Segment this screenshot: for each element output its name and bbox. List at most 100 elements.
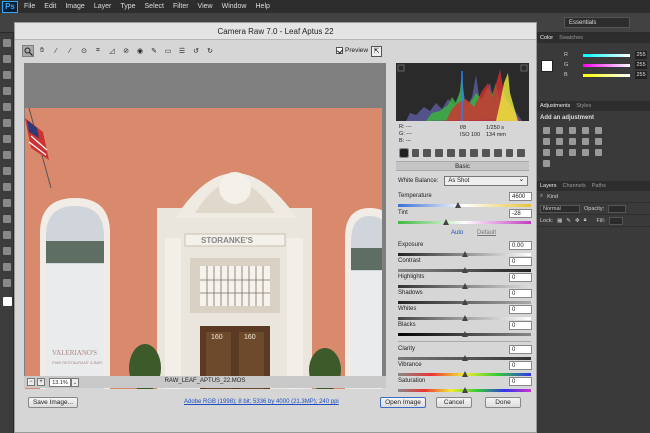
foreground-color-swatch[interactable] xyxy=(3,297,12,306)
menu-layer[interactable]: Layer xyxy=(94,3,112,10)
camera-calibration-icon[interactable] xyxy=(482,149,490,157)
color-value-r[interactable]: 255 xyxy=(635,51,648,59)
red-eye-tool-icon[interactable]: ◉ xyxy=(134,45,146,57)
saturation-thumb[interactable] xyxy=(461,387,468,393)
quick-select-tool-icon[interactable] xyxy=(3,87,11,95)
tab-channels[interactable]: Channels xyxy=(563,183,586,189)
tone-curve-icon[interactable] xyxy=(411,149,420,157)
crop-tool-icon[interactable]: ⌗ xyxy=(92,45,104,57)
color-slider-b[interactable] xyxy=(582,73,631,77)
channel-mixer-icon[interactable] xyxy=(595,138,602,145)
lens-corrections-icon[interactable] xyxy=(458,149,467,157)
brightness-contrast-icon[interactable] xyxy=(543,127,550,134)
move-tool-icon[interactable] xyxy=(3,39,11,47)
menu-type[interactable]: Type xyxy=(120,3,135,10)
blend-mode-select[interactable]: Normal xyxy=(540,204,580,213)
hue-saturation-icon[interactable] xyxy=(543,138,550,145)
white-balance-tool-icon[interactable]: ⁄ xyxy=(50,45,62,57)
basic-panel-icon[interactable] xyxy=(399,148,409,158)
menu-window[interactable]: Window xyxy=(222,3,247,10)
marquee-tool-icon[interactable] xyxy=(3,55,11,63)
brush-tool-icon[interactable] xyxy=(3,151,11,159)
levels-icon[interactable] xyxy=(556,127,563,134)
invert-icon[interactable] xyxy=(556,149,563,156)
tab-color[interactable]: Color xyxy=(540,35,553,41)
menu-help[interactable]: Help xyxy=(256,3,270,10)
menu-edit[interactable]: Edit xyxy=(44,3,56,10)
lock-transparent-icon[interactable]: ▦ xyxy=(557,218,562,224)
eraser-tool-icon[interactable] xyxy=(3,199,11,207)
lasso-tool-icon[interactable] xyxy=(3,71,11,79)
targeted-adjustment-tool-icon[interactable]: ⊙ xyxy=(78,45,90,57)
tab-layers[interactable]: Layers xyxy=(540,183,557,189)
graduated-filter-icon[interactable]: ▭ xyxy=(162,45,174,57)
rotate-left-icon[interactable]: ↺ xyxy=(190,45,202,57)
selective-color-icon[interactable] xyxy=(543,160,550,167)
exposure-icon[interactable] xyxy=(582,127,589,134)
type-tool-icon[interactable] xyxy=(3,279,11,287)
tint-thumb[interactable] xyxy=(442,219,449,225)
curves-icon[interactable] xyxy=(569,127,576,134)
history-brush-tool-icon[interactable] xyxy=(3,183,11,191)
panel-menu-icon[interactable] xyxy=(517,149,526,157)
default-link[interactable]: Default xyxy=(477,230,496,236)
fullscreen-toggle-icon[interactable]: ⇱ xyxy=(371,46,382,57)
preview-checkbox[interactable]: Preview xyxy=(336,47,368,54)
shadows-field[interactable]: 0 xyxy=(509,289,532,298)
tint-slider[interactable] xyxy=(398,221,531,224)
menu-filter[interactable]: Filter xyxy=(173,3,189,10)
whites-field[interactable]: 0 xyxy=(509,305,532,314)
crop-tool-icon[interactable] xyxy=(3,103,11,111)
eyedropper-tool-icon[interactable] xyxy=(3,119,11,127)
effects-icon[interactable] xyxy=(470,149,479,157)
vibrance-field[interactable]: 0 xyxy=(509,361,532,370)
tab-adjustments[interactable]: Adjustments xyxy=(540,103,570,109)
photo-filter-icon[interactable] xyxy=(582,138,589,145)
lock-pixels-icon[interactable]: ✎ xyxy=(566,218,571,224)
workspace-switcher[interactable]: Essentials xyxy=(564,17,630,28)
menu-view[interactable]: View xyxy=(198,3,213,10)
tab-paths[interactable]: Paths xyxy=(592,183,606,189)
clarity-field[interactable]: 0 xyxy=(509,345,532,354)
lock-position-icon[interactable]: ✥ xyxy=(575,218,580,224)
blur-tool-icon[interactable] xyxy=(3,231,11,239)
tab-swatches[interactable]: Swatches xyxy=(559,35,583,41)
menu-file[interactable]: File xyxy=(24,3,35,10)
color-value-g[interactable]: 255 xyxy=(635,61,648,69)
straighten-tool-icon[interactable]: ◿ xyxy=(106,45,118,57)
tab-styles[interactable]: Styles xyxy=(576,103,591,109)
hsl-icon[interactable] xyxy=(435,149,443,157)
save-image-button[interactable]: Save Image... xyxy=(28,397,78,408)
temperature-field[interactable]: 4600 xyxy=(509,192,532,201)
preferences-icon[interactable]: ☰ xyxy=(176,45,188,57)
vibrance-icon[interactable] xyxy=(595,127,602,134)
menu-image[interactable]: Image xyxy=(65,3,84,10)
highlights-thumb[interactable] xyxy=(461,283,468,289)
blacks-thumb[interactable] xyxy=(461,331,468,337)
healing-brush-tool-icon[interactable] xyxy=(3,135,11,143)
shadows-thumb[interactable] xyxy=(461,299,468,305)
tint-field[interactable]: -28 xyxy=(509,209,532,218)
spot-removal-tool-icon[interactable]: ⊘ xyxy=(120,45,132,57)
layer-kind-filter[interactable]: Kind xyxy=(547,194,558,200)
gradient-tool-icon[interactable] xyxy=(3,215,11,223)
open-image-button[interactable]: Open Image xyxy=(380,397,426,408)
color-value-b[interactable]: 255 xyxy=(635,71,648,79)
white-balance-select[interactable]: As Shot xyxy=(444,175,529,186)
preview-checkbox-box[interactable] xyxy=(336,47,343,54)
zoom-tool-icon[interactable] xyxy=(22,45,34,57)
saturation-field[interactable]: 0 xyxy=(509,377,532,386)
posterize-icon[interactable] xyxy=(569,149,576,156)
opacity-field[interactable] xyxy=(608,204,627,213)
snapshots-icon[interactable] xyxy=(505,149,514,157)
blacks-field[interactable]: 0 xyxy=(509,321,532,330)
split-toning-icon[interactable] xyxy=(446,149,455,157)
gradient-map-icon[interactable] xyxy=(595,149,602,156)
workflow-options-link[interactable]: Adobe RGB (1998); 8 bit; 5336 by 4000 (2… xyxy=(184,399,339,405)
highlights-field[interactable]: 0 xyxy=(509,273,532,282)
threshold-icon[interactable] xyxy=(582,149,589,156)
contrast-field[interactable]: 0 xyxy=(509,257,532,266)
contrast-thumb[interactable] xyxy=(461,267,468,273)
hand-tool-icon[interactable]: ✋︎ xyxy=(36,45,48,57)
cancel-button[interactable]: Cancel xyxy=(436,397,472,408)
